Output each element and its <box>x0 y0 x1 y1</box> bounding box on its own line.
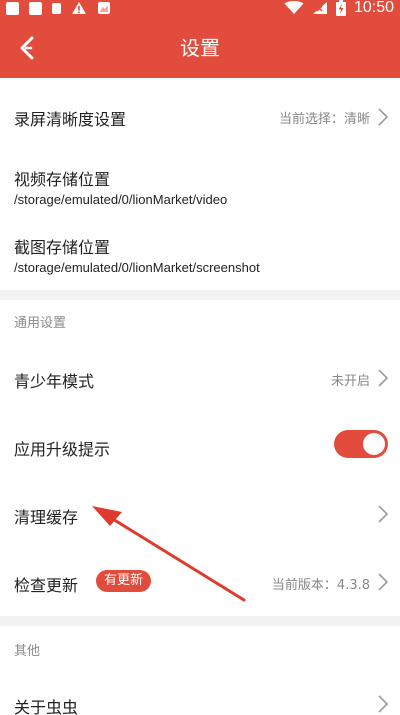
status-notifications <box>6 0 111 16</box>
cellular-signal-icon <box>312 2 327 14</box>
current-version-value: 当前版本：4.3.8 <box>271 578 370 593</box>
section-divider <box>0 616 400 626</box>
status-bar: 10:50 <box>0 0 400 18</box>
clear-cache-label: 清理缓存 <box>14 508 79 527</box>
back-chevron-icon <box>20 36 34 60</box>
notification-icon <box>29 1 42 15</box>
battery-icon <box>335 0 346 16</box>
upgrade-prompt-toggle[interactable] <box>334 430 388 458</box>
status-time: 10:50 <box>353 0 394 16</box>
clear-cache-row[interactable]: 清理缓存 <box>0 480 400 550</box>
screenshot-storage-row: 截图存储位置 /storage/emulated/0/lionMarket/sc… <box>0 226 400 290</box>
other-section-header: 其他 <box>0 626 400 672</box>
screenshot-storage-path: /storage/emulated/0/lionMarket/screensho… <box>14 260 260 275</box>
section-divider <box>0 290 400 300</box>
chevron-right-icon <box>378 369 389 387</box>
upgrade-prompt-label: 应用升级提示 <box>14 440 111 459</box>
image-notification-icon <box>98 2 110 14</box>
toggle-knob <box>363 433 385 455</box>
about-label: 关于虫虫 <box>14 698 79 715</box>
general-section-header: 通用设置 <box>0 300 400 344</box>
teen-mode-row[interactable]: 青少年模式 未开启 <box>0 344 400 410</box>
check-update-label: 检查更新 <box>14 576 79 595</box>
other-section-label: 其他 <box>14 644 41 659</box>
chevron-right-icon <box>378 695 389 713</box>
video-storage-path: /storage/emulated/0/lionMarket/video <box>14 192 228 207</box>
notification-icon <box>6 1 19 15</box>
record-quality-row[interactable]: 录屏清晰度设置 当前选择：清晰 <box>0 78 400 156</box>
general-section-label: 通用设置 <box>14 316 67 331</box>
update-available-badge: 有更新 <box>96 570 152 592</box>
upgrade-prompt-row: 应用升级提示 <box>0 410 400 480</box>
warning-icon <box>72 2 86 14</box>
back-button[interactable] <box>10 30 46 66</box>
app-bar: 设置 <box>0 18 400 78</box>
page-title: 设置 <box>180 36 220 60</box>
about-row[interactable]: 关于虫虫 <box>0 672 400 715</box>
wifi-icon <box>284 1 304 14</box>
screenshot-storage-label: 截图存储位置 <box>14 238 111 257</box>
teen-mode-label: 青少年模式 <box>14 372 95 391</box>
record-quality-label: 录屏清晰度设置 <box>14 110 127 129</box>
chevron-right-icon <box>378 108 389 126</box>
check-update-row[interactable]: 检查更新 有更新 当前版本：4.3.8 <box>0 550 400 616</box>
status-system: 10:50 <box>284 0 394 16</box>
notification-icon <box>52 2 61 14</box>
teen-mode-value: 未开启 <box>330 374 370 389</box>
chevron-right-icon <box>378 573 389 591</box>
video-storage-label: 视频存储位置 <box>14 170 111 189</box>
settings-screen: 10:50 设置 录屏清晰度设置 当前选择：清晰 视频存储位置 /storage… <box>0 0 400 715</box>
chevron-right-icon <box>378 505 389 523</box>
video-storage-row: 视频存储位置 /storage/emulated/0/lionMarket/vi… <box>0 156 400 226</box>
record-quality-value: 当前选择：清晰 <box>278 112 370 127</box>
